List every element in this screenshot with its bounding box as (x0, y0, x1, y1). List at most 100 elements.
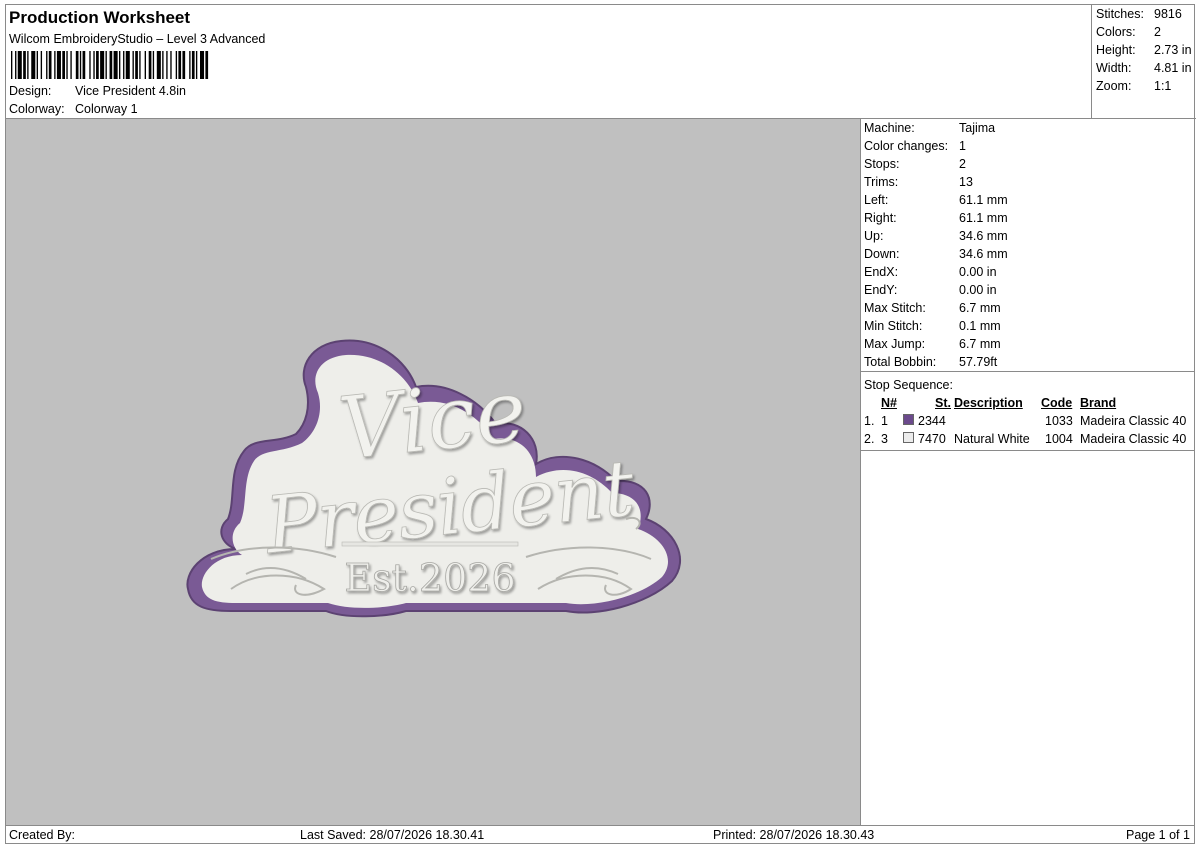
barcode-bar (36, 51, 38, 79)
software-name: Wilcom EmbroideryStudio – Level 3 Advanc… (9, 32, 266, 46)
stop-row-brand: Madeira Classic 40 (1080, 432, 1187, 446)
barcode-bar (148, 51, 152, 79)
created-by: Created By: (9, 828, 76, 842)
barcode-bar (40, 51, 43, 79)
info-value: 1 (959, 139, 966, 153)
info-label: Left: (864, 193, 889, 207)
col-header-brand: Brand (1080, 396, 1117, 410)
stop-row-brand: Madeira Classic 40 (1080, 414, 1187, 428)
barcode-bar (135, 51, 138, 79)
barcode-bar (11, 51, 13, 79)
stop-row-index: 2. (864, 432, 875, 446)
info-value: 0.00 in (959, 265, 997, 279)
worksheet-footer: Created By: Last Saved: 28/07/2026 18.30… (6, 825, 1194, 844)
stop-row-index: 1. (864, 414, 875, 428)
barcode-bar (100, 51, 105, 79)
barcode-bar (17, 51, 22, 79)
design-value: Vice President 4.8in (75, 84, 186, 98)
stat-label: Width: (1096, 61, 1132, 75)
stop-row-description: Natural White (954, 432, 1030, 446)
stat-label: Stitches: (1096, 7, 1144, 21)
barcode-bar (46, 51, 48, 79)
summary-stats: Stitches: 9816 Colors: 2 Height: 2.73 in Wi… (1092, 5, 1194, 93)
last-saved: Last Saved: 28/07/2026 18.30.41 (300, 828, 485, 842)
info-label: Up: (864, 229, 884, 243)
barcode-bar (178, 51, 182, 79)
stop-row-code: 1004 (1045, 432, 1073, 446)
design-preview: Vice President Est.2026 (6, 119, 861, 825)
info-row: Up: 34.6 mm (864, 229, 1008, 243)
design-label: Design: (9, 84, 52, 98)
info-row: Min Stitch: 0.1 mm (864, 319, 1001, 333)
barcode-bar (75, 51, 79, 79)
info-label: Total Bobbin: (864, 355, 937, 369)
stat-label: Colors: (1096, 25, 1136, 39)
barcode-bar (200, 51, 205, 79)
barcode (11, 51, 209, 79)
barcode-bar (166, 51, 168, 79)
barcode-bar (152, 51, 155, 79)
stat-value: 4.81 in (1154, 61, 1192, 75)
barcode-bar (139, 51, 141, 79)
col-header-code: Code (1041, 396, 1073, 410)
header-divider (1092, 93, 1196, 119)
info-value: 34.6 mm (959, 229, 1008, 243)
info-value: 6.7 mm (959, 301, 1001, 315)
info-label: Stops: (864, 157, 900, 171)
stop-row-n: 3 (881, 432, 888, 446)
barcode-bar (48, 51, 52, 79)
barcode-bar (144, 51, 146, 79)
worksheet: Production Worksheet Wilcom EmbroiderySt… (5, 4, 1196, 844)
barcode-bar (125, 51, 130, 79)
barcode-bar (62, 51, 65, 79)
barcode-bar (170, 51, 172, 79)
info-label: Color changes: (864, 139, 949, 153)
barcode-bar (109, 51, 113, 79)
info-value: 61.1 mm (959, 193, 1008, 207)
info-row: EndY: 0.00 in (864, 283, 997, 297)
info-value: 61.1 mm (959, 211, 1008, 225)
color-swatch (903, 414, 914, 425)
barcode-bar (93, 51, 95, 79)
info-label: EndX: (864, 265, 899, 279)
col-header-n: N# (881, 396, 897, 410)
printed-date: Printed: 28/07/2026 18.30.43 (713, 828, 875, 842)
info-label: EndY: (864, 283, 898, 297)
info-value: 13 (959, 175, 973, 189)
stop-sequence-title: Stop Sequence: (864, 378, 953, 392)
barcode-bar (105, 51, 107, 79)
barcode-bar (205, 51, 209, 79)
info-row: Max Jump: 6.7 mm (864, 337, 1001, 351)
design-divider (341, 541, 519, 547)
divider (861, 371, 1195, 372)
stat-width: Width: 4.81 in (1096, 61, 1192, 75)
info-label: Machine: (864, 121, 915, 135)
stat-value: 1:1 (1154, 79, 1172, 93)
info-value: 2 (959, 157, 966, 171)
stop-row-n: 1 (881, 414, 888, 428)
info-label: Down: (864, 247, 900, 261)
barcode-bar (123, 51, 125, 79)
info-row: EndX: 0.00 in (864, 265, 997, 279)
stat-value: 2.73 in (1154, 43, 1192, 57)
stat-colors: Colors: 2 (1096, 25, 1161, 39)
info-row: Left: 61.1 mm (864, 193, 1008, 207)
barcode-bar (113, 51, 118, 79)
info-label: Min Stitch: (864, 319, 923, 333)
col-header-st: St. (935, 396, 951, 410)
info-row: Total Bobbin: 57.79ft (864, 355, 997, 369)
barcode-bar (15, 51, 17, 79)
info-label: Trims: (864, 175, 899, 189)
stop-row-code: 1033 (1045, 414, 1073, 428)
barcode-bar (189, 51, 191, 79)
barcode-bar (162, 51, 164, 79)
info-row: Max Stitch: 6.7 mm (864, 301, 1001, 315)
worksheet-header: Production Worksheet Wilcom EmbroiderySt… (6, 5, 1092, 119)
barcode-bar (54, 51, 56, 79)
info-value: 0.1 mm (959, 319, 1001, 333)
info-row: Machine: Tajima (864, 121, 995, 135)
stat-label: Zoom: (1096, 79, 1132, 93)
info-label: Max Jump: (864, 337, 926, 351)
barcode-bar (119, 51, 121, 79)
stop-row-st: 7470 (918, 432, 946, 446)
